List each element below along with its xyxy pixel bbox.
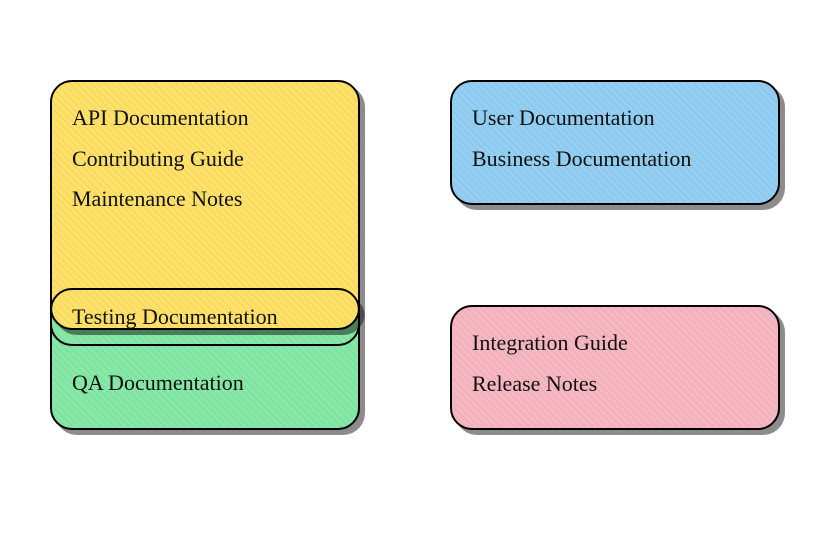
diagram-canvas: API Documentation Contributing Guide Mai…: [0, 0, 828, 556]
doc-item: API Documentation: [72, 98, 338, 139]
pink-group-box: Integration Guide Release Notes: [450, 305, 780, 430]
doc-item: Release Notes: [472, 364, 758, 405]
yellow-group-box: API Documentation Contributing Guide Mai…: [50, 80, 360, 330]
doc-item: Maintenance Notes: [72, 179, 338, 220]
doc-item: Contributing Guide: [72, 139, 338, 180]
doc-item: User Documentation: [472, 98, 758, 139]
blue-group-box: User Documentation Business Documentatio…: [450, 80, 780, 205]
doc-item: Integration Guide: [472, 323, 758, 364]
doc-item: QA Documentation: [72, 363, 338, 404]
doc-item: Business Documentation: [472, 139, 758, 180]
